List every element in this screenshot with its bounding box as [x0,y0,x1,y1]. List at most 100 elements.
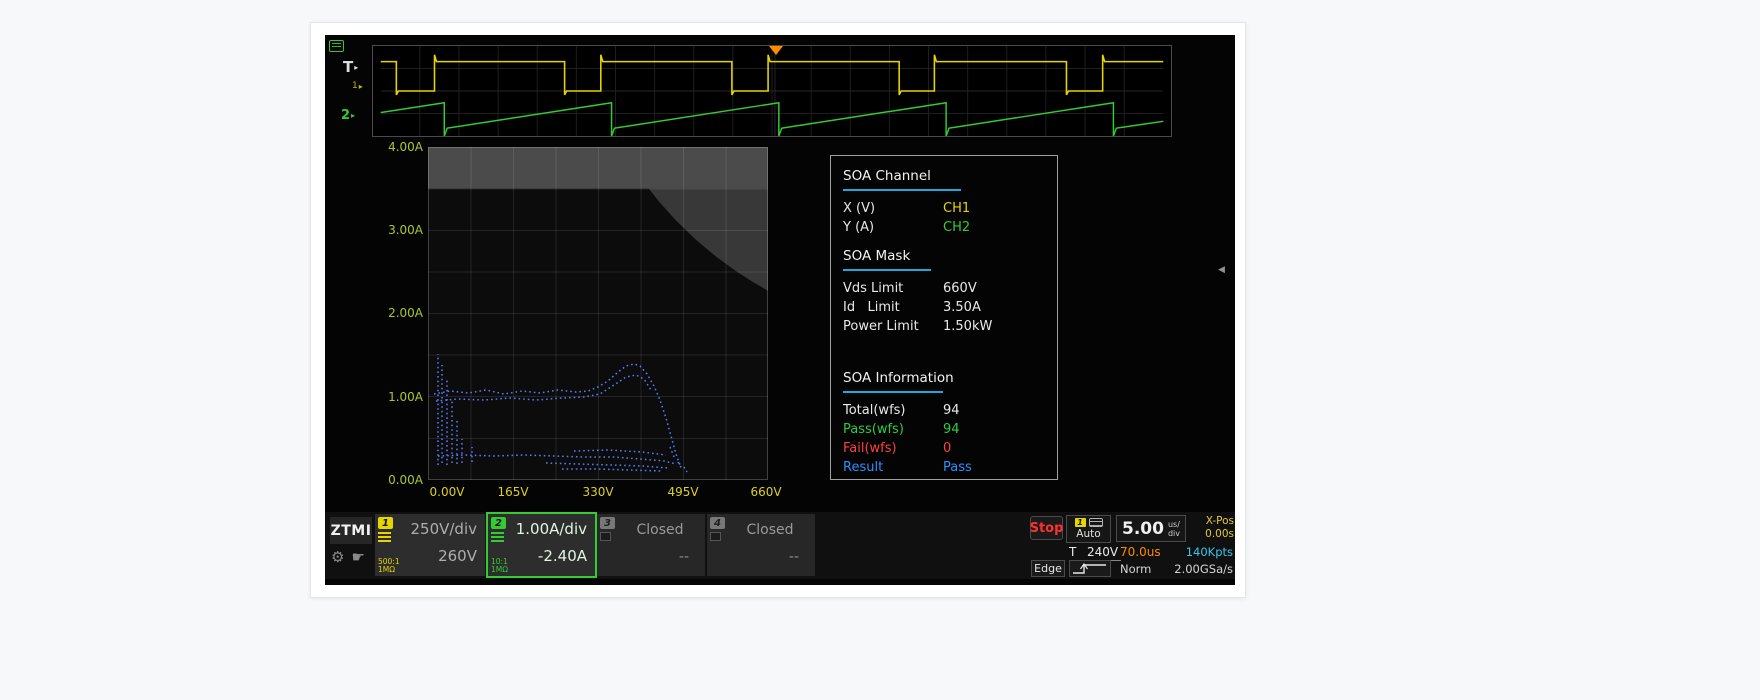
soa-field-value: 94 [943,422,960,437]
x-axis-tick: 660V [734,485,798,499]
channel-2-scale: 1.00A/div [516,520,587,538]
channel-3-state: Closed [615,522,705,538]
soa-field-label: Fail(wfs) [843,441,943,456]
marker-arrow-icon: ▸ [354,64,358,72]
sweep-mode-label: Auto [1067,528,1110,540]
channel-4-state: Closed [725,522,815,538]
ch1-marker-label: 1 [352,82,358,91]
channel-2-control[interactable]: 2 10:1 1MΩ 1.00A/div -2.40A [486,512,597,578]
x-axis-tick: 0.00V [415,485,479,499]
soa-channel-title: SOA Channel [843,168,1045,185]
soa-row-total: Total(wfs) 94 [843,401,1045,420]
gear-icon[interactable]: ⚙ [331,550,344,565]
marker-arrow-icon: ▸ [351,112,355,120]
soa-field-value: 0 [943,441,951,456]
y-axis-tick: 3.00A [365,223,423,237]
soa-field-label: X (V) [843,201,943,216]
acquisition-mode-label: Norm [1120,562,1151,576]
soa-field-value: Pass [943,460,972,475]
x-axis-tick: 495V [651,485,715,499]
soa-row-y: Y (A) CH2 [843,218,1045,237]
channel-3-control[interactable]: 3 Closed -- [597,514,705,576]
trigger-source-box[interactable]: 1 Auto [1066,515,1111,543]
channel-off-icon [600,532,611,541]
channel-4-badge: 4 [710,517,725,529]
ch2-position-marker[interactable]: 2 ▸ [341,109,355,122]
bottom-bar: ZTMI ⚙ ☛ 1 500:1 1MΩ 250V/div 260V 2 10: [325,512,1235,579]
soa-field-value: 3.50A [943,300,981,315]
channel-off-icon [710,532,721,541]
soa-plot-svg [428,147,768,480]
soa-measurement-trace [434,354,687,472]
x-axis-tick: 330V [566,485,630,499]
soa-panel: SOA Channel X (V) CH1 Y (A) CH2 SOA Mask… [830,155,1058,480]
trigger-t-label: T [1069,545,1076,559]
ch1-position-marker[interactable]: 1 ▸ [352,82,363,91]
soa-row-id: Id Limit 3.50A [843,298,1045,317]
oscilloscope-screen: T ▸ 1 ▸ 2 ▸ [325,35,1235,585]
soa-row-pass: Pass(wfs) 94 [843,420,1045,439]
channel-1-offset: 260V [438,547,477,565]
timebase-unit: us/ div [1168,520,1180,538]
channel-2-offset: -2.40A [538,547,587,565]
soa-row-power: Power Limit 1.50kW [843,317,1045,336]
probe-impedance: 1MΩ [378,565,395,574]
section-divider [843,269,931,271]
channel-1-badge: 1 [378,517,393,529]
utility-icons: ⚙ ☛ [331,550,365,565]
ztmi-logo-button[interactable]: ZTMI [330,517,372,544]
marker-arrow-icon: ▸ [359,83,363,91]
sample-rate-value: 2.00GSa/s [1158,562,1233,576]
trigger-source-badge: 1 [1075,518,1086,527]
app-window: T ▸ 1 ▸ 2 ▸ [310,22,1246,598]
soa-xy-plot [428,147,768,480]
soa-field-label: Y (A) [843,220,943,235]
timebase-display[interactable]: 5.00 us/ div [1116,515,1186,542]
trigger-slope-button[interactable] [1069,560,1111,577]
trigger-coupling-icon [1089,518,1103,527]
x-axis-tick: 165V [481,485,545,499]
trigger-type-button[interactable]: Edge [1031,560,1065,577]
section-divider [843,189,961,191]
soa-field-label: Pass(wfs) [843,422,943,437]
x-position-label: X-Pos [1189,515,1234,528]
soa-field-label: Total(wfs) [843,403,943,418]
section-divider [843,391,943,393]
timebase-value: 5.00 [1122,519,1164,539]
y-axis-tick: 1.00A [365,390,423,404]
soa-row-vds: Vds Limit 660V [843,279,1045,298]
soa-field-label: Result [843,460,943,475]
trigger-position-marker[interactable] [769,46,783,55]
channel-1-scale: 250V/div [410,520,477,538]
soa-information-title: SOA Information [843,370,1045,387]
trigger-level-value: 240V [1084,545,1121,561]
y-axis-tick: 4.00A [365,140,423,154]
channel-3-offset: -- [679,549,689,565]
soa-field-value: CH1 [943,201,970,216]
soa-field-value: CH2 [943,220,970,235]
soa-mask-title: SOA Mask [843,248,1045,265]
timebase-unit-top: us/ [1168,520,1180,529]
x-position-value: 0.00s [1189,528,1234,541]
hand-pointer-icon[interactable]: ☛ [351,550,364,565]
timebase-unit-bottom: div [1168,529,1180,538]
ch2-marker-label: 2 [341,109,350,122]
soa-field-value: 1.50kW [943,319,992,334]
channel-2-badge: 2 [491,517,506,529]
run-stop-button[interactable]: Stop [1030,516,1063,540]
trigger-marker-label: T [343,60,353,75]
soa-field-value: 94 [943,403,960,418]
x-position-display: X-Pos 0.00s [1189,515,1234,541]
waveform-preview [372,45,1172,137]
scope-mode-icon [329,40,344,52]
probe-impedance: 1MΩ [491,565,508,574]
soa-field-label: Id Limit [843,300,943,315]
panel-collapse-arrow[interactable]: ◀ [1218,265,1225,275]
trigger-delay-value: 70.0us [1120,545,1161,559]
y-axis-tick: 2.00A [365,306,423,320]
channel-1-control[interactable]: 1 500:1 1MΩ 250V/div 260V [375,514,485,576]
soa-field-value: 660V [943,281,977,296]
channel-4-control[interactable]: 4 Closed -- [707,514,815,576]
coupling-icon [491,532,504,542]
trigger-level-marker[interactable]: T ▸ [343,60,358,75]
